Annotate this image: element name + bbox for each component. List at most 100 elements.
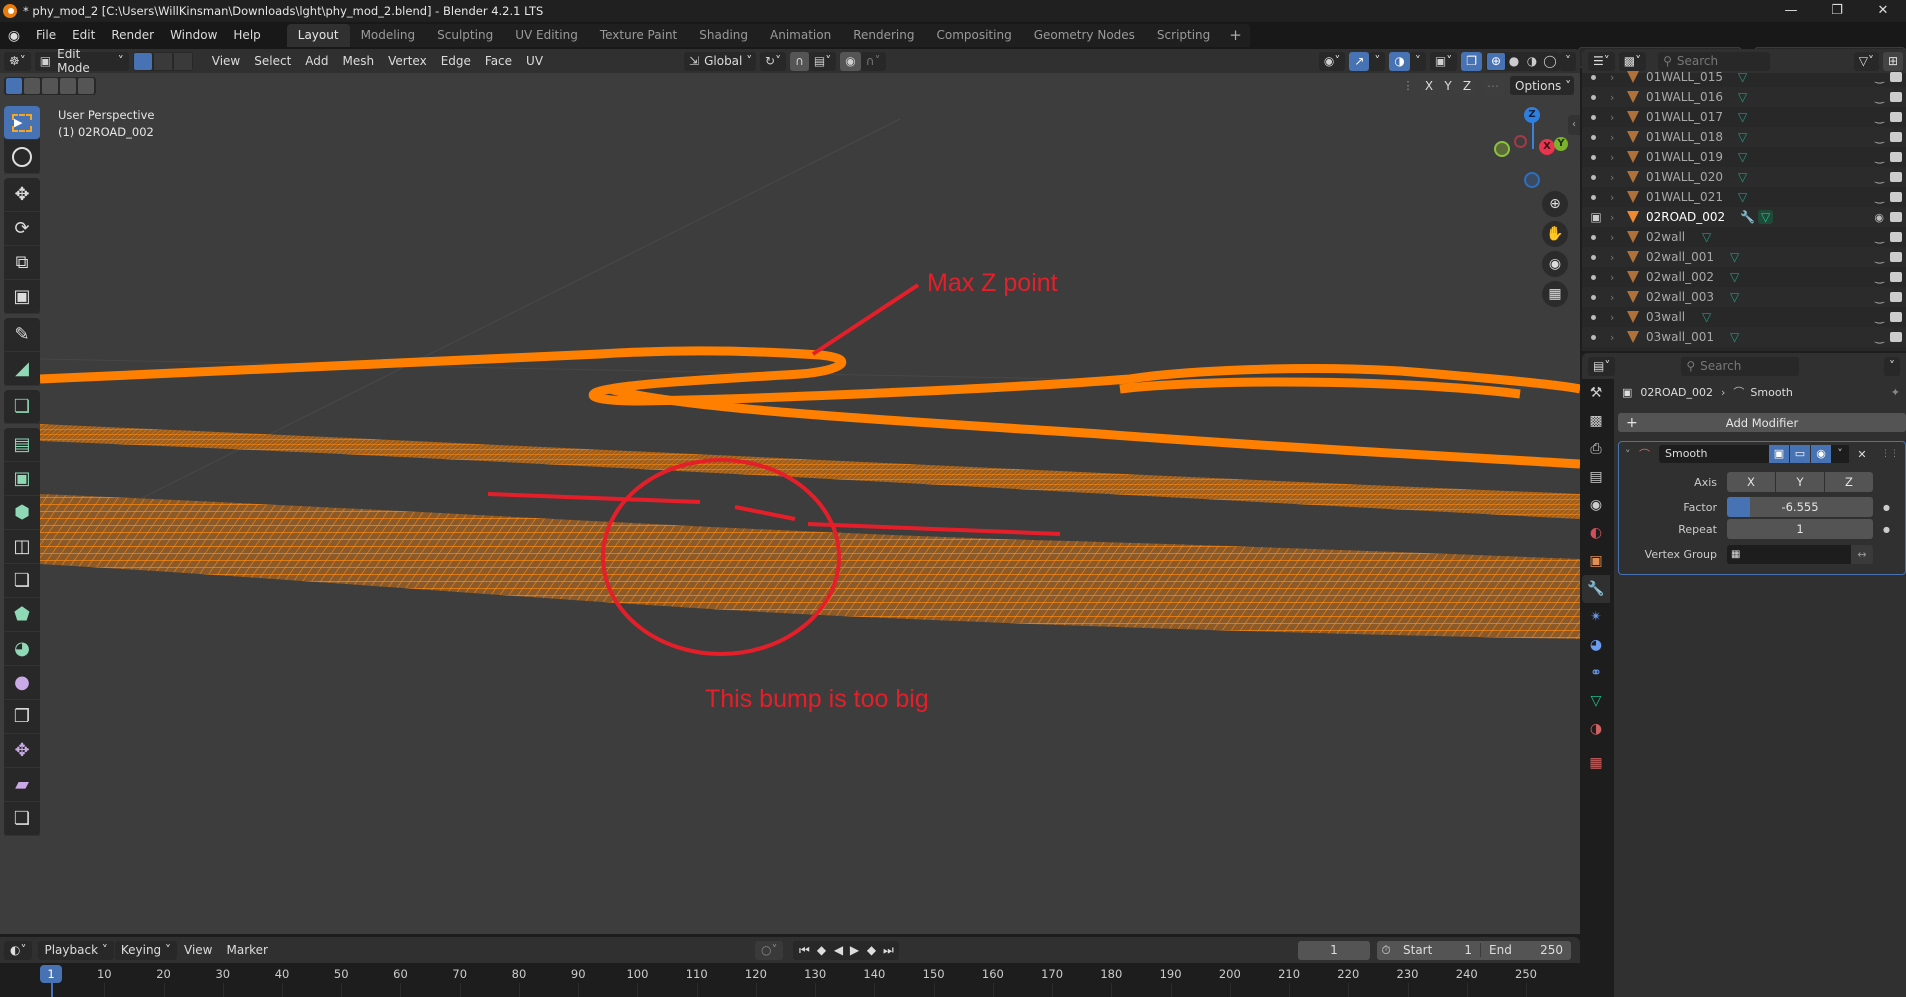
pan-view-button[interactable]: ✋ — [1542, 221, 1568, 247]
factor-slider[interactable]: -6.555 — [1727, 497, 1873, 517]
mirror-y-toggle[interactable]: Y — [1439, 76, 1457, 95]
knife-tool[interactable]: ❏ — [4, 564, 40, 598]
tab-constraints[interactable]: ⚭ — [1582, 659, 1610, 687]
tab-texture[interactable]: ▦ — [1582, 749, 1610, 777]
tab-sculpting[interactable]: Sculpting — [426, 24, 504, 47]
move-tool[interactable]: ✥ — [4, 178, 40, 212]
expand-chevron-icon[interactable]: › — [1610, 151, 1624, 164]
tab-tool[interactable]: ⚒ — [1582, 379, 1610, 407]
mirror-z-toggle[interactable]: Z — [1458, 76, 1476, 95]
menu-file[interactable]: File — [28, 22, 64, 49]
play-button[interactable]: ▶ — [846, 943, 862, 957]
collapse-chevron-icon[interactable]: ˅ — [1625, 448, 1639, 461]
sidebar-expand-toggle[interactable]: ‹ — [1568, 115, 1580, 135]
outliner-row[interactable]: › 03wall ▽ ‿ — [1582, 307, 1906, 327]
x-axis-handle[interactable]: X — [1539, 139, 1555, 155]
mesh-data-icon[interactable]: ▽ — [1758, 210, 1774, 224]
outliner-row-name[interactable]: 02wall — [1646, 230, 1685, 244]
camera-view-button[interactable]: ◉ — [1542, 251, 1568, 277]
outliner-row[interactable]: › 01WALL_017 ▽ ‿ — [1582, 107, 1906, 127]
outliner-row-name[interactable]: 01WALL_019 — [1646, 150, 1723, 164]
mesh-data-icon[interactable]: ▽ — [1702, 310, 1711, 324]
select-box-tool[interactable]: ▶ — [4, 106, 40, 140]
hidden-eye-icon[interactable]: ‿ — [1875, 231, 1884, 244]
menu-select[interactable]: Select — [247, 54, 298, 68]
topology-mirror-toggle[interactable]: ⋯ — [1482, 76, 1504, 95]
editor-type-button[interactable]: ☸ ˅ — [4, 51, 31, 71]
pivot-point-selector[interactable]: ↻ ˅ — [760, 51, 787, 71]
menu-add[interactable]: Add — [298, 54, 335, 68]
properties-search[interactable]: ⚲ Search — [1681, 356, 1800, 376]
render-camera-icon[interactable] — [1890, 112, 1902, 122]
hidden-eye-icon[interactable]: ‿ — [1875, 291, 1884, 304]
tab-scripting[interactable]: Scripting — [1146, 24, 1221, 47]
tab-modeling[interactable]: Modeling — [350, 24, 427, 47]
playback-menu[interactable]: Playback ˅ — [38, 940, 114, 960]
mesh-data-icon[interactable]: ▽ — [1730, 250, 1739, 264]
3d-viewport[interactable]: Max Z point This bump is too big ☸ ˅ ▣ Edi… — [0, 49, 1580, 934]
tab-data[interactable]: ▽ — [1582, 687, 1610, 715]
outliner-row[interactable]: ▣ › 02ROAD_002 🔧 ▽ ◉ — [1582, 207, 1906, 227]
outliner-row-name[interactable]: 02wall_003 — [1646, 290, 1714, 304]
outliner-row-name[interactable]: 01WALL_018 — [1646, 130, 1723, 144]
cursor-tool[interactable] — [4, 140, 40, 174]
transform-orientation-selector[interactable]: ⇲ Global ˅ — [684, 51, 757, 71]
render-camera-icon[interactable] — [1890, 132, 1902, 142]
menu-face[interactable]: Face — [478, 54, 519, 68]
snap-target-selector[interactable]: ▤ ˅ — [808, 51, 837, 71]
outliner-row-name[interactable]: 01WALL_017 — [1646, 110, 1723, 124]
mesh-data-icon[interactable]: ▽ — [1738, 110, 1747, 124]
expand-chevron-icon[interactable]: › — [1610, 91, 1624, 104]
neg-z-axis-handle[interactable] — [1524, 172, 1540, 188]
add-cube-tool[interactable]: ❏ — [4, 390, 40, 424]
properties-editor-type[interactable]: ▤ ˅ — [1588, 356, 1616, 376]
expand-chevron-icon[interactable]: › — [1610, 251, 1624, 264]
tab-view-layer[interactable]: ▤ — [1582, 463, 1610, 491]
remove-modifier-button[interactable]: ✕ — [1853, 448, 1871, 461]
spin-tool[interactable]: ◕ — [4, 632, 40, 666]
expand-chevron-icon[interactable]: › — [1610, 131, 1624, 144]
select-new-button[interactable] — [6, 78, 22, 94]
render-camera-icon[interactable] — [1890, 92, 1902, 102]
blender-menu-icon[interactable]: ◉ — [0, 28, 28, 44]
mesh-data-icon[interactable]: ▽ — [1738, 190, 1747, 204]
modifier-name-field[interactable]: Smooth — [1659, 445, 1769, 463]
tab-shading[interactable]: Shading — [688, 24, 759, 47]
outliner-row[interactable]: › 01WALL_018 ▽ ‿ — [1582, 127, 1906, 147]
solid-shading-button[interactable]: ● — [1505, 54, 1523, 68]
expand-chevron-icon[interactable]: › — [1610, 191, 1624, 204]
repeat-field[interactable]: 1 — [1727, 519, 1873, 539]
menu-view[interactable]: View — [205, 54, 247, 68]
select-intersect-button[interactable] — [78, 78, 94, 94]
outliner-row[interactable]: › 03wall_001 ▽ ‿ — [1582, 327, 1906, 347]
loop-cut-tool[interactable]: ◫ — [4, 530, 40, 564]
expand-chevron-icon[interactable]: › — [1610, 311, 1624, 324]
outliner-row[interactable]: › 01WALL_015 ▽ ‿ — [1582, 67, 1906, 87]
tab-rendering[interactable]: Rendering — [842, 24, 925, 47]
annotate-tool[interactable]: ✎ — [4, 318, 40, 352]
axis-x-toggle[interactable]: X — [1727, 472, 1775, 492]
tab-uv-editing[interactable]: UV Editing — [504, 24, 589, 47]
invert-vertex-group-button[interactable]: ↔ — [1851, 544, 1873, 564]
transform-tool[interactable]: ▣ — [4, 280, 40, 314]
expand-chevron-icon[interactable]: › — [1610, 171, 1624, 184]
outliner-row-name[interactable]: 02ROAD_002 — [1646, 210, 1725, 224]
render-camera-icon[interactable] — [1890, 192, 1902, 202]
tab-texture-paint[interactable]: Texture Paint — [589, 24, 688, 47]
pin-icon[interactable]: ✦ — [1891, 386, 1900, 399]
start-frame-field[interactable]: Start 1 — [1395, 943, 1481, 957]
edit-mode-toggle[interactable]: ▣ — [1769, 445, 1789, 463]
bevel-tool[interactable]: ⬢ — [4, 496, 40, 530]
tab-physics[interactable]: ◕ — [1582, 631, 1610, 659]
wireframe-shading-button[interactable]: ⊕ — [1487, 52, 1505, 70]
menu-help[interactable]: Help — [225, 22, 268, 49]
scale-tool[interactable]: ⧉ — [4, 246, 40, 280]
expand-chevron-icon[interactable]: › — [1610, 231, 1624, 244]
drag-handle-icon[interactable]: ⋮⋮ — [1881, 449, 1899, 459]
menu-edit[interactable]: Edit — [64, 22, 103, 49]
outliner-row-name[interactable]: 01WALL_021 — [1646, 190, 1723, 204]
extrude-region-tool[interactable]: ▤ — [4, 428, 40, 462]
hidden-eye-icon[interactable]: ‿ — [1875, 131, 1884, 144]
poly-build-tool[interactable]: ⬟ — [4, 598, 40, 632]
axis-y-toggle[interactable]: Y — [1776, 472, 1824, 492]
